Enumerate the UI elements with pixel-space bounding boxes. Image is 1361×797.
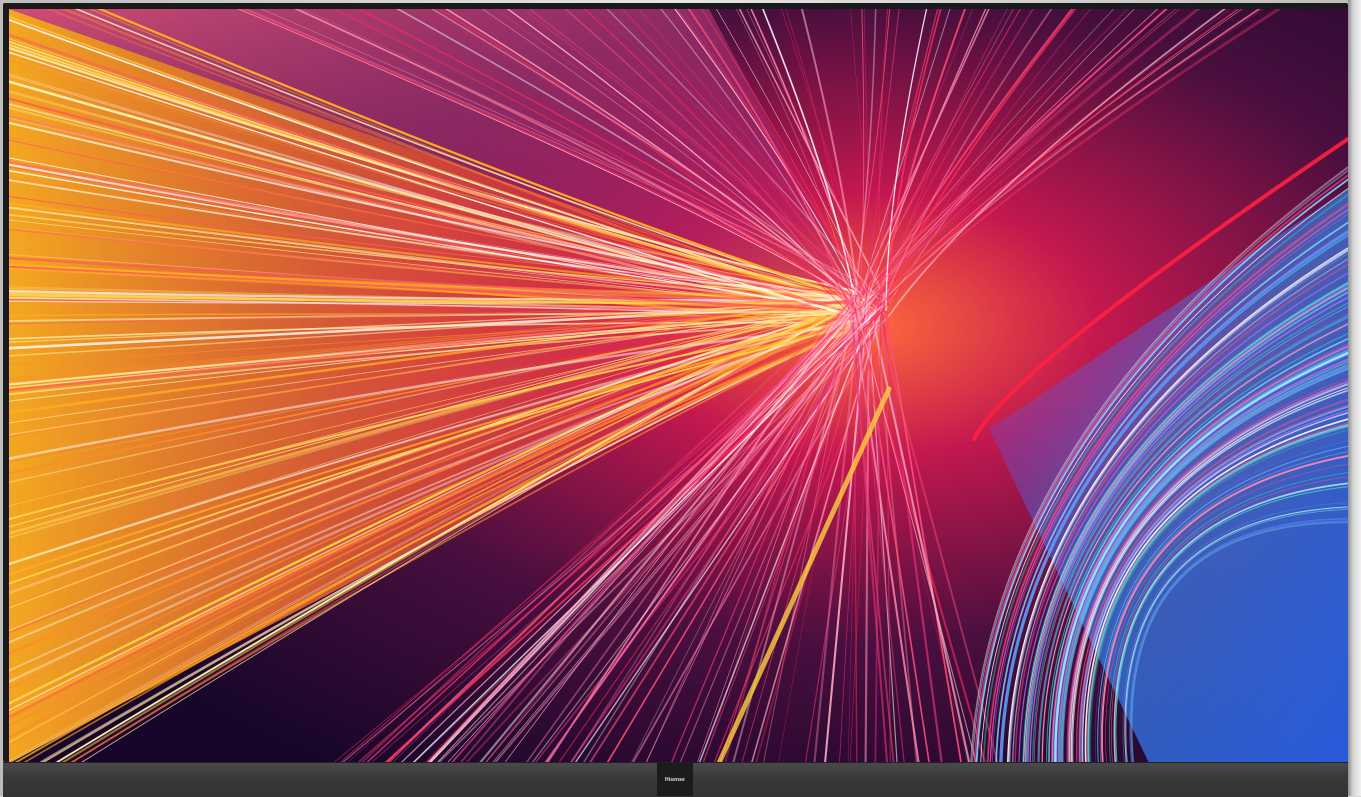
tv-screen [9,9,1348,763]
tv-bezel [3,3,1348,763]
light-streaks-wallpaper [9,9,1348,763]
brand-logo-plate: Hisense [657,763,693,796]
tv-side-edge [1348,0,1361,796]
television: Hisense [0,0,1361,797]
brand-logo: Hisense [665,776,685,783]
